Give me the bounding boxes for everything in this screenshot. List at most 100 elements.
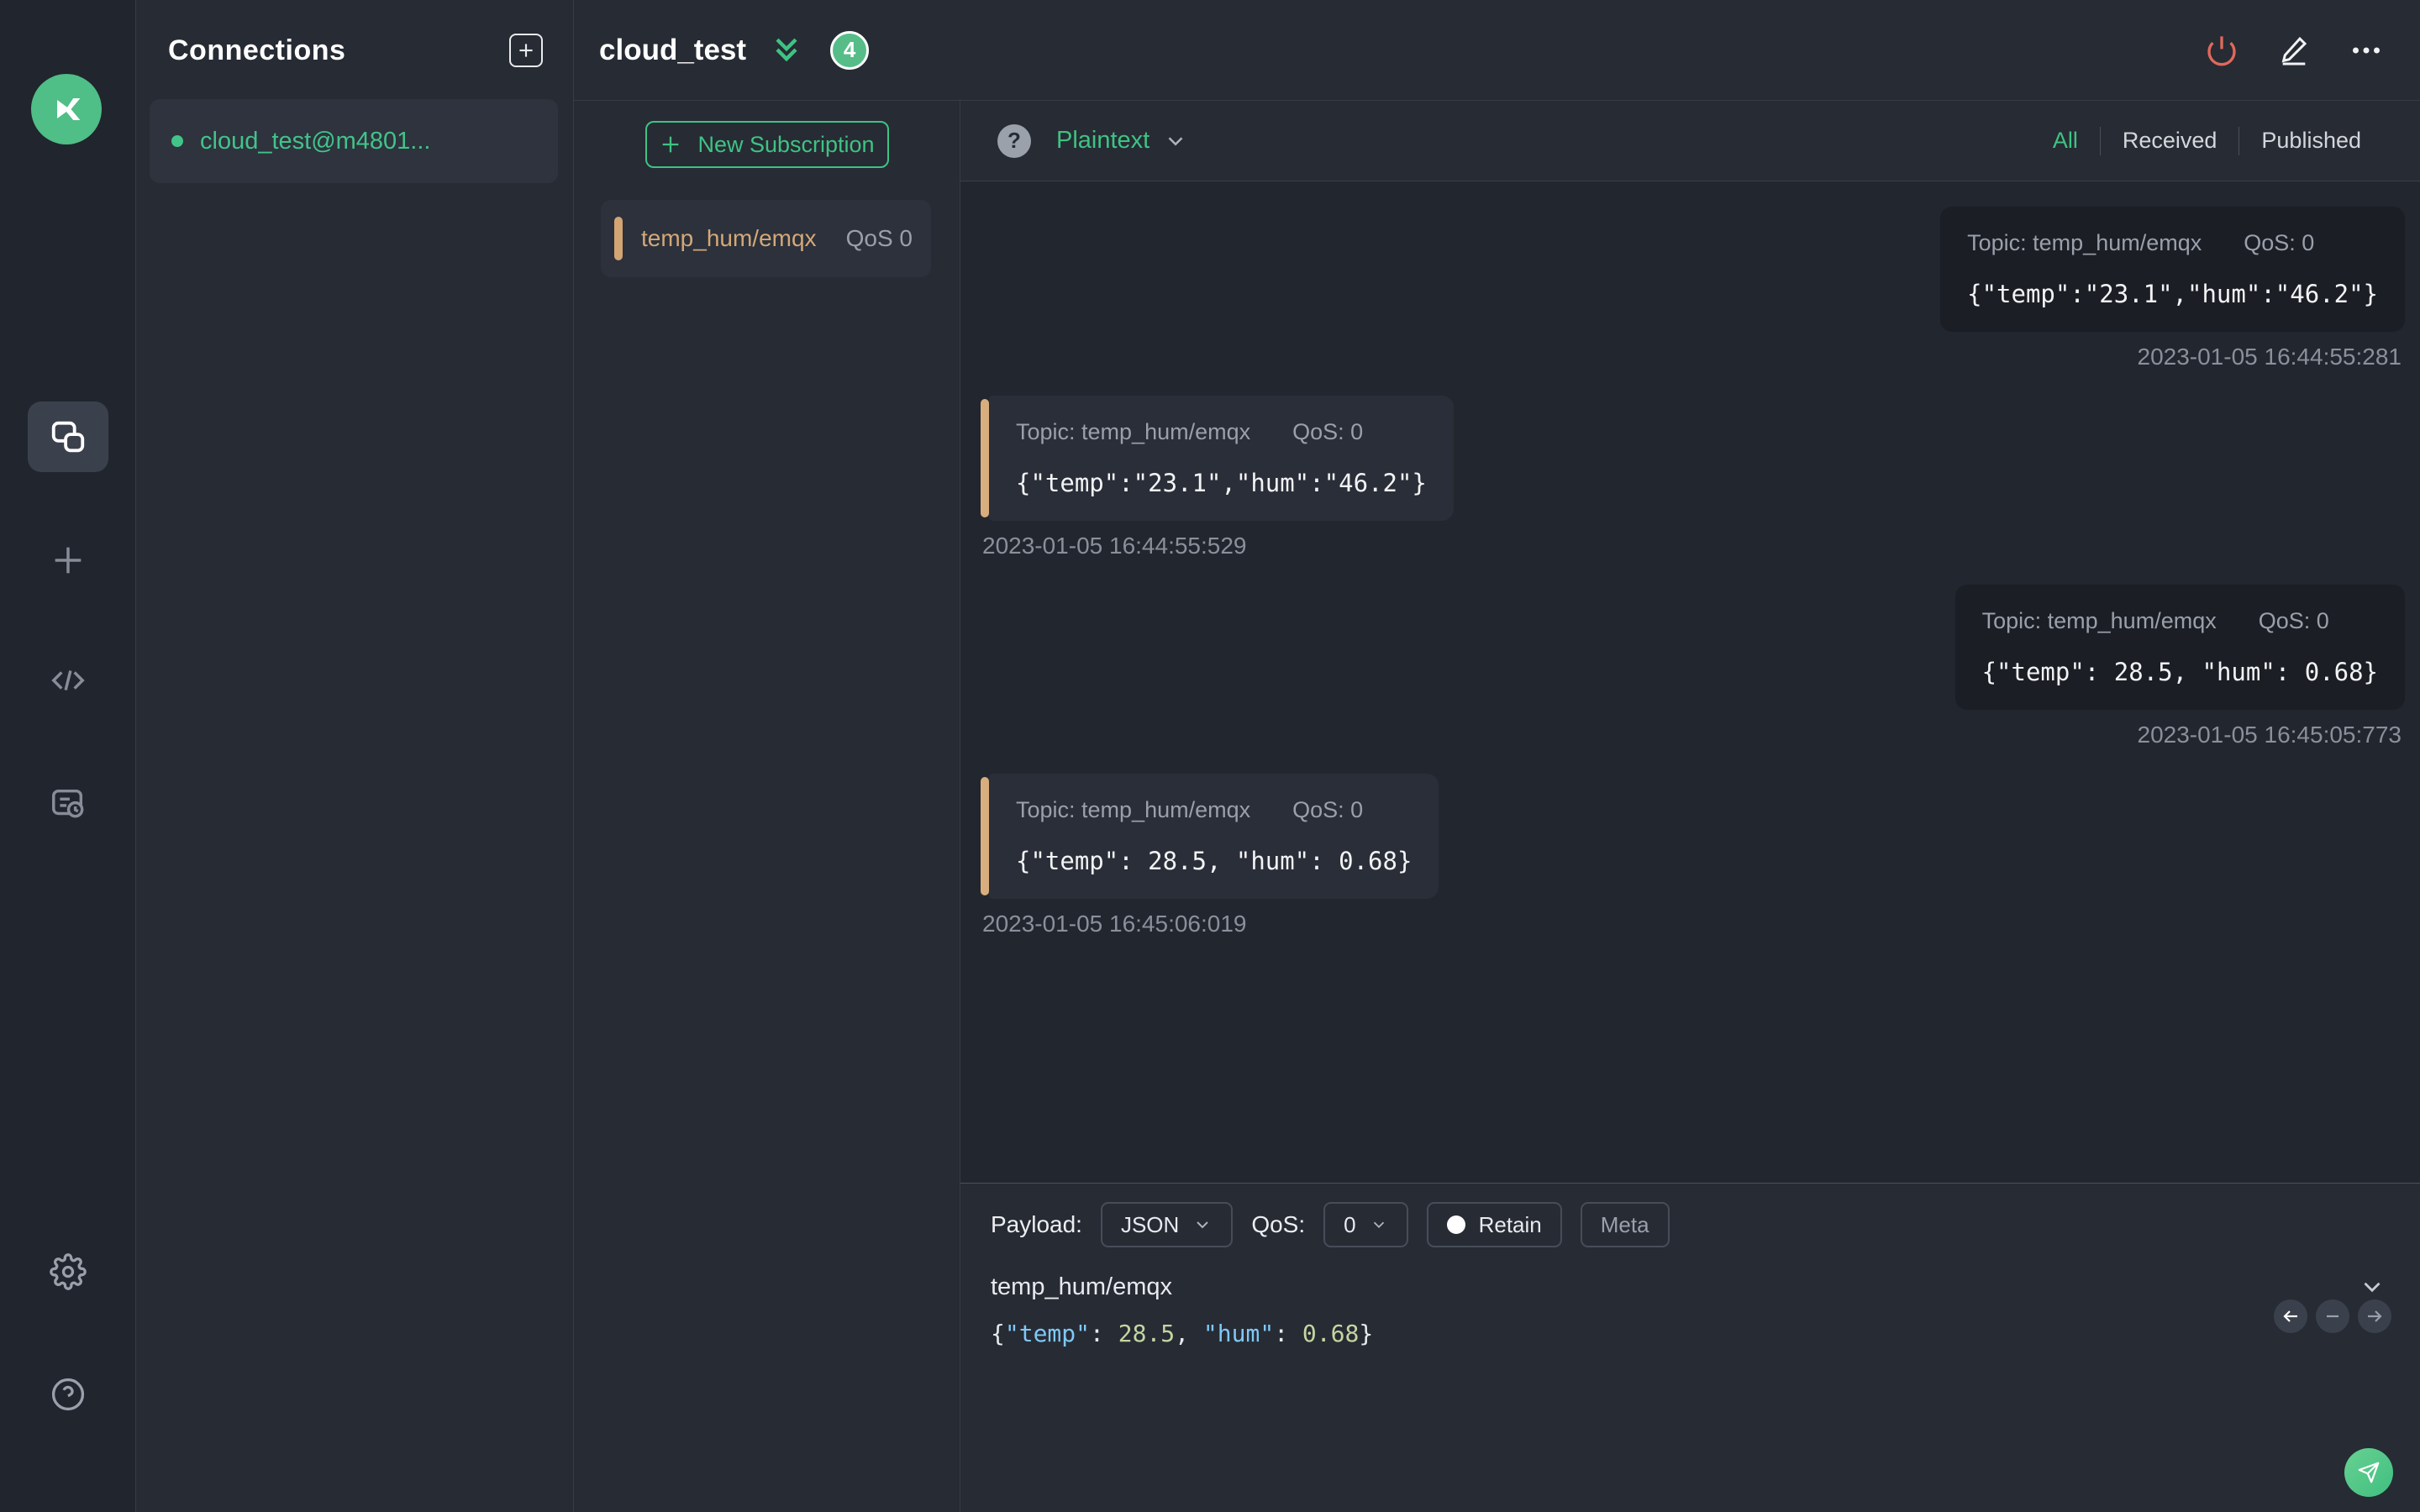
- payload-format-select[interactable]: Plaintext: [1056, 127, 1150, 155]
- payload-editor[interactable]: {"temp": 28.5, "hum": 0.68}: [991, 1320, 2386, 1347]
- message-published: Topic: temp_hum/emqx QoS: 0 {"temp":"23.…: [981, 207, 2405, 370]
- unread-count-badge: 4: [830, 30, 870, 70]
- chevron-down-icon: [1370, 1215, 1388, 1234]
- message-qos: QoS: 0: [2258, 608, 2329, 633]
- message-payload: {"temp": 28.5, "hum": 0.68}: [1016, 847, 1413, 875]
- qos-dropdown[interactable]: 0: [1323, 1202, 1408, 1247]
- topic-input[interactable]: temp_hum/emqx: [991, 1273, 1172, 1301]
- code-icon: [49, 661, 87, 700]
- sidebar-new-connection-button[interactable]: [28, 525, 108, 596]
- minus-icon: [2323, 1306, 2343, 1326]
- message-timestamp: 2023-01-05 16:45:05:773: [2137, 722, 2402, 748]
- message-payload: {"temp":"23.1","hum":"46.2"}: [1016, 469, 1427, 497]
- gear-icon: [50, 1253, 87, 1290]
- remove-message-button[interactable]: [2316, 1299, 2349, 1333]
- qos-label: QoS:: [1251, 1211, 1306, 1237]
- edit-connection-button[interactable]: [2277, 34, 2311, 67]
- ellipsis-icon: [2349, 34, 2383, 67]
- connections-panel: Connections cloud_test@m4801...: [136, 0, 574, 1512]
- subscriptions-panel: New Subscription temp_hum/emqx QoS 0: [574, 101, 960, 1512]
- plus-square-icon: [515, 39, 537, 61]
- message-qos: QoS: 0: [1292, 419, 1364, 444]
- message-bubble[interactable]: Topic: temp_hum/emqx QoS: 0 {"temp":"23.…: [1940, 207, 2405, 332]
- filter-received[interactable]: Received: [2101, 128, 2239, 154]
- collapse-editor-button[interactable]: [2358, 1273, 2386, 1301]
- meta-label: Meta: [1600, 1211, 1649, 1237]
- connection-list-item[interactable]: cloud_test@m4801...: [150, 99, 558, 183]
- disconnect-button[interactable]: [2205, 34, 2238, 67]
- filter-published[interactable]: Published: [2239, 128, 2383, 154]
- message-topic: Topic: temp_hum/emqx: [1016, 419, 1251, 444]
- power-icon: [2205, 34, 2238, 67]
- mqttx-app: Connections cloud_test@m4801... cloud_te…: [0, 0, 2420, 1512]
- plus-icon: [659, 133, 682, 156]
- sidebar-settings-button[interactable]: [28, 1236, 108, 1307]
- message-timestamp: 2023-01-05 16:44:55:529: [982, 533, 1247, 559]
- subscription-topic: temp_hum/emqx: [641, 225, 817, 251]
- sidebar-connections-button[interactable]: [28, 402, 108, 472]
- subscription-item[interactable]: temp_hum/emqx QoS 0: [601, 200, 931, 277]
- send-button[interactable]: [2344, 1448, 2393, 1497]
- messages-toolbar: ? Plaintext All Received Published: [960, 101, 2420, 181]
- payload-format-dropdown[interactable]: JSON: [1100, 1202, 1234, 1247]
- connection-status-dot: [171, 135, 183, 147]
- message-bubble[interactable]: Topic: temp_hum/emqx QoS: 0 {"temp":"23.…: [989, 396, 1454, 521]
- main-area: cloud_test 4 New Subscription temp_hum/e…: [574, 0, 2420, 1512]
- pencil-icon: [2277, 34, 2311, 67]
- more-options-button[interactable]: [2349, 34, 2383, 67]
- connection-header: cloud_test 4: [574, 0, 2420, 101]
- mqttx-logo-icon: [31, 74, 102, 144]
- payload-format-value: JSON: [1120, 1211, 1180, 1237]
- message-topic: Topic: temp_hum/emqx: [1967, 230, 2202, 255]
- connections-title: Connections: [168, 34, 346, 66]
- double-chevron-down-icon[interactable]: [768, 32, 805, 69]
- message-pager: [2274, 1299, 2391, 1333]
- message-timestamp: 2023-01-05 16:45:06:019: [982, 911, 1247, 937]
- sidebar-log-button[interactable]: [28, 769, 108, 839]
- subscription-color-marker: [614, 217, 623, 260]
- chevron-down-icon: [2358, 1273, 2386, 1301]
- message-topic: Topic: temp_hum/emqx: [1981, 608, 2217, 633]
- message-qos: QoS: 0: [1292, 797, 1364, 822]
- app-icon-sidebar: [0, 0, 136, 1512]
- arrow-left-icon: [2281, 1306, 2301, 1326]
- sidebar-help-button[interactable]: [28, 1359, 108, 1430]
- message-filters: All Received Published: [2031, 126, 2383, 155]
- log-icon: [49, 785, 87, 823]
- meta-button[interactable]: Meta: [1580, 1202, 1670, 1247]
- retain-label: Retain: [1478, 1211, 1542, 1237]
- chevron-down-icon: [1192, 1215, 1213, 1235]
- subscription-qos: QoS 0: [845, 225, 913, 251]
- message-bubble[interactable]: Topic: temp_hum/emqx QoS: 0 {"temp": 28.…: [989, 774, 1439, 899]
- connection-title: cloud_test: [599, 33, 747, 66]
- publish-panel: Payload: JSON QoS: 0 Retain Meta temp_hu…: [960, 1183, 2420, 1512]
- sidebar-script-button[interactable]: [28, 645, 108, 716]
- message-payload: {"temp":"23.1","hum":"46.2"}: [1967, 280, 2378, 308]
- received-color-marker: [981, 777, 989, 895]
- payload-label: Payload:: [991, 1211, 1082, 1237]
- message-bubble[interactable]: Topic: temp_hum/emqx QoS: 0 {"temp": 28.…: [1954, 585, 2405, 710]
- send-icon: [2356, 1460, 2381, 1485]
- filter-all[interactable]: All: [2031, 128, 2100, 154]
- arrow-right-icon: [2365, 1306, 2385, 1326]
- messages-panel: ? Plaintext All Received Published Topic…: [960, 101, 2420, 1512]
- message-published: Topic: temp_hum/emqx QoS: 0 {"temp": 28.…: [981, 585, 2405, 748]
- retain-indicator-dot: [1446, 1215, 1465, 1234]
- message-received: Topic: temp_hum/emqx QoS: 0 {"temp":"23.…: [981, 396, 2405, 559]
- chevron-down-icon[interactable]: [1163, 129, 1188, 154]
- next-message-button[interactable]: [2358, 1299, 2391, 1333]
- previous-message-button[interactable]: [2274, 1299, 2307, 1333]
- format-help-icon[interactable]: ?: [997, 123, 1031, 158]
- connections-icon: [49, 417, 87, 456]
- new-subscription-button[interactable]: New Subscription: [644, 121, 889, 168]
- retain-toggle[interactable]: Retain: [1426, 1202, 1562, 1247]
- message-received: Topic: temp_hum/emqx QoS: 0 {"temp": 28.…: [981, 774, 2405, 937]
- add-connection-button[interactable]: [509, 34, 543, 67]
- message-list[interactable]: Topic: temp_hum/emqx QoS: 0 {"temp":"23.…: [960, 181, 2420, 1183]
- message-qos: QoS: 0: [2244, 230, 2315, 255]
- connection-name: cloud_test@m4801...: [200, 127, 431, 155]
- message-topic: Topic: temp_hum/emqx: [1016, 797, 1251, 822]
- received-color-marker: [981, 399, 989, 517]
- help-circle-icon: [50, 1376, 87, 1413]
- plus-icon: [49, 541, 87, 580]
